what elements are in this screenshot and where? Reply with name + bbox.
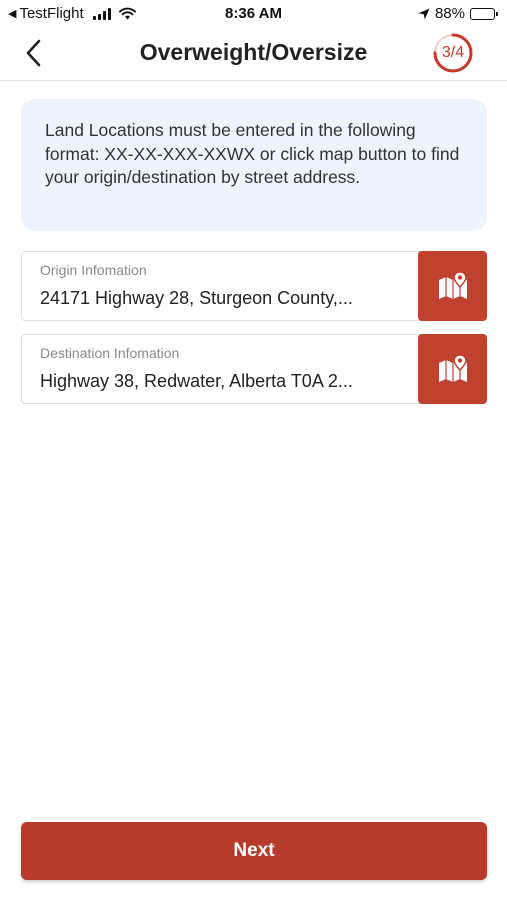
- page-title: Overweight/Oversize: [139, 39, 368, 65]
- origin-map-button[interactable]: [418, 251, 487, 321]
- step-indicator: 3/4: [441, 44, 465, 61]
- origin-input[interactable]: 24171 Highway 28, Sturgeon County,...: [40, 288, 385, 309]
- battery-icon: [470, 7, 498, 20]
- destination-map-button[interactable]: [418, 334, 487, 404]
- status-bar: ◀ TestFlight 8:36 AM 88%: [0, 0, 507, 28]
- origin-label: Origin Infomation: [40, 262, 147, 278]
- map-pin-icon: [438, 271, 467, 299]
- destination-field[interactable]: Destination Infomation Highway 38, Redwa…: [21, 334, 487, 404]
- status-right: 88%: [418, 5, 498, 22]
- next-button[interactable]: Next: [21, 822, 487, 880]
- origin-field[interactable]: Origin Infomation 24171 Highway 28, Stur…: [21, 251, 487, 321]
- battery-percent: 88%: [434, 5, 465, 22]
- destination-label: Destination Infomation: [40, 345, 180, 361]
- navigation-bar: Overweight/Oversize 3/4: [0, 28, 507, 81]
- location-arrow-icon: [418, 8, 430, 19]
- destination-input[interactable]: Highway 38, Redwater, Alberta T0A 2...: [40, 371, 385, 392]
- map-pin-icon: [438, 354, 467, 382]
- info-message: Land Locations must be entered in the fo…: [21, 99, 487, 231]
